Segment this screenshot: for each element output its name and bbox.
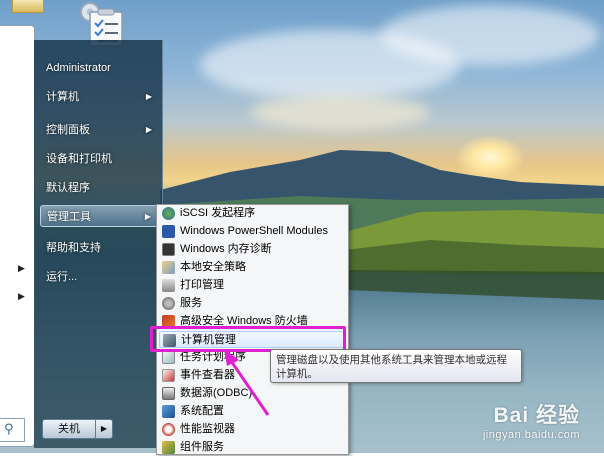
submenu-item-label: 系统配置 [180,405,224,417]
system-config-icon [162,405,175,418]
watermark-logo: Bai 经验 [493,404,580,427]
submenu-item-label: Windows PowerShell Modules [180,225,328,237]
task-scheduler-icon [162,351,175,364]
submenu-item-label: 服务 [180,297,202,309]
event-viewer-icon [162,369,175,382]
start-item-label: 设备和打印机 [46,153,112,165]
chevron-right-icon: ▶ [100,424,108,433]
submenu-item-system-config[interactable]: 系统配置 [159,403,345,420]
start-item-control-panel[interactable]: 控制面板 ▶ [40,119,158,141]
start-item-label: 控制面板 [46,124,90,136]
submenu-item-label: 事件查看器 [180,369,235,381]
submenu-item-print-management[interactable]: 打印管理 [159,277,345,294]
user-name-label: Administrator [46,62,111,74]
shutdown-options-button[interactable]: ▶ [96,419,113,439]
chevron-right-icon: ▶ [144,212,151,221]
submenu-item-security-policy[interactable]: 本地安全策略 [159,259,345,276]
performance-monitor-icon [162,423,175,436]
chevron-right-icon[interactable]: ▶ [18,291,25,302]
start-item-label: 计算机 [46,91,79,103]
start-item-computer[interactable]: 计算机 ▶ [40,86,158,108]
start-item-help-support[interactable]: 帮助和支持 [40,237,158,259]
submenu-item-label: 数据源(ODBC) [180,387,253,399]
search-icon[interactable]: ⚲ [4,421,14,437]
chevron-right-icon[interactable]: ▶ [18,263,25,274]
submenu-item-memory-diagnostic[interactable]: Windows 内存诊断 [159,241,345,258]
submenu-item-services[interactable]: 服务 [159,295,345,312]
submenu-item-label: Windows 内存诊断 [180,243,272,255]
start-item-admin-tools[interactable]: 管理工具 ▶ [40,205,158,227]
submenu-item-performance-monitor[interactable]: 性能监视器 [159,421,345,438]
desktop-folder-icon[interactable] [12,0,44,13]
odbc-icon [162,387,175,400]
submenu-item-component-services[interactable]: 组件服务 [159,439,345,456]
submenu-item-powershell[interactable]: Windows PowerShell Modules [159,223,345,240]
start-item-label: 帮助和支持 [46,242,101,254]
component-services-icon [162,441,175,454]
search-box[interactable]: ⚲ [0,418,25,442]
memory-diagnostic-icon [162,243,175,256]
start-item-label: 运行... [46,271,78,283]
chevron-right-icon: ▶ [145,125,152,134]
powershell-icon [162,225,175,238]
start-item-devices-printers[interactable]: 设备和打印机 [40,148,158,170]
watermark-url: jingyan.baidu.com [482,429,580,441]
chevron-right-icon: ▶ [145,92,152,101]
print-management-icon [162,279,175,292]
submenu-item-label: 打印管理 [180,279,224,291]
start-item-run[interactable]: 运行... [40,266,158,288]
submenu-item-label: 本地安全策略 [180,261,246,273]
shutdown-group: 关机 ▶ [42,419,113,439]
security-policy-icon [162,261,175,274]
start-item-label: 管理工具 [47,211,91,223]
submenu-item-iscsi[interactable]: iSCSI 发起程序 [159,205,345,222]
submenu-item-label: 组件服务 [180,441,224,453]
shutdown-button[interactable]: 关机 [42,419,96,439]
start-item-label: 默认程序 [46,182,90,194]
submenu-item-label: 性能监视器 [180,423,235,435]
services-icon [162,297,175,310]
start-item-default-programs[interactable]: 默认程序 [40,177,158,199]
start-menu-programs-pane: ▶ ▶ ⚲ [0,25,35,447]
submenu-item-odbc[interactable]: 数据源(ODBC) [159,385,345,402]
tooltip: 管理磁盘以及使用其他系统工具来管理本地或远程计算机。 [270,349,522,383]
user-name-link[interactable]: Administrator [40,57,158,79]
submenu-item-label: iSCSI 发起程序 [180,207,256,219]
start-menu-right-pane: Administrator 计算机 ▶ 控制面板 ▶ 设备和打印机 默认程序 管… [34,40,163,448]
iscsi-icon [162,207,175,220]
baidu-watermark: Bai 经验 jingyan.baidu.com [483,399,580,441]
